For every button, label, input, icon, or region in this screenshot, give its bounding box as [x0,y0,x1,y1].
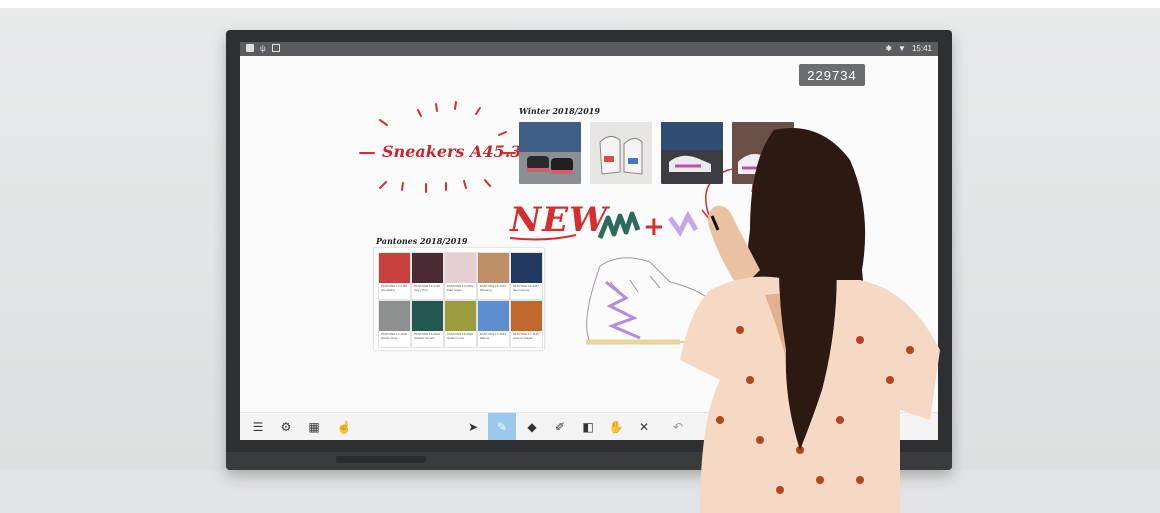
pantones-label: Pantones 2018/2019 [376,236,468,246]
pantone-swatch[interactable]: PANTONE 17-1500 Harbor Gray [378,300,411,348]
sneaker-photo-1[interactable] [519,122,581,184]
pantone-swatch[interactable]: PANTONE 19-4027 Navy Peony [510,252,543,300]
swatch-color [412,253,443,283]
swatch-color [445,301,476,331]
swatch-label: PANTONE 17-4041 Marina [480,332,507,340]
qr-icon[interactable]: ▦ [300,413,328,440]
swatch-color [511,253,542,283]
speaker-grille [336,456,426,463]
pantone-swatch[interactable]: PANTONE 16-0540 Golden Lime [444,300,477,348]
swatch-label: PANTONE 17-1456 Grenadine [381,284,408,292]
swatch-color [412,301,443,331]
pantone-swatch[interactable]: PANTONE 16-1331 Mustang [477,252,510,300]
swatch-label: PANTONE 17-1145 Autumn Maple [513,332,539,340]
new-label: NEW [510,200,609,240]
pantone-swatch[interactable]: PANTONE 18-5622 Shaded Spruce [411,300,444,348]
sneaker-image [519,122,581,174]
select-icon[interactable]: ➤ [459,413,487,440]
highlighter-icon[interactable]: ✐ [546,413,574,440]
swatch-label: PANTONE 19-4027 Navy Peony [513,284,540,292]
winter-label: Winter 2018/2019 [519,106,600,116]
wall-top [0,0,1160,8]
swatch-label: PANTONE 13-2803 Pale Sugar [447,284,474,292]
swatch-color [379,253,410,283]
person-figure [680,128,940,513]
pantone-swatch[interactable]: PANTONE 19-1718 Spicy Port [411,252,444,300]
settings-icon[interactable]: ⚙ [272,413,300,440]
swatch-label: PANTONE 18-5622 Shaded Spruce [414,332,441,340]
swatch-color [511,301,542,331]
menu-icon[interactable]: ☰ [244,413,272,440]
pen-icon[interactable]: ✎ [488,413,516,440]
swatch-color [478,301,509,331]
swatch-label: PANTONE 16-1331 Mustang [480,284,507,292]
touch-icon[interactable]: ☝ [330,413,358,440]
swatch-label: PANTONE 19-1718 Spicy Port [414,284,441,292]
pantone-swatch[interactable]: PANTONE 17-1456 Grenadine [378,252,411,300]
eraser-icon[interactable]: ◆ [518,413,546,440]
pantone-swatch[interactable]: PANTONE 13-2803 Pale Sugar [444,252,477,300]
pantone-swatch[interactable]: PANTONE 17-1145 Autumn Maple [510,300,543,348]
pantone-swatch-card[interactable]: PANTONE 17-1456 Grenadine PANTONE 19-1718 S… [374,248,544,350]
swatch-color [445,253,476,283]
shapes-icon[interactable]: ◧ [574,413,602,440]
swatch-label: PANTONE 16-0540 Golden Lime [447,332,474,340]
swatch-label: PANTONE 17-1500 Harbor Gray [381,332,408,340]
swatch-color [478,253,509,283]
pantone-swatch[interactable]: PANTONE 17-4041 Marina [477,300,510,348]
swatch-color [379,301,410,331]
wall-floor [0,470,1160,513]
sneakers-label: Sneakers A45.3 [382,142,522,161]
